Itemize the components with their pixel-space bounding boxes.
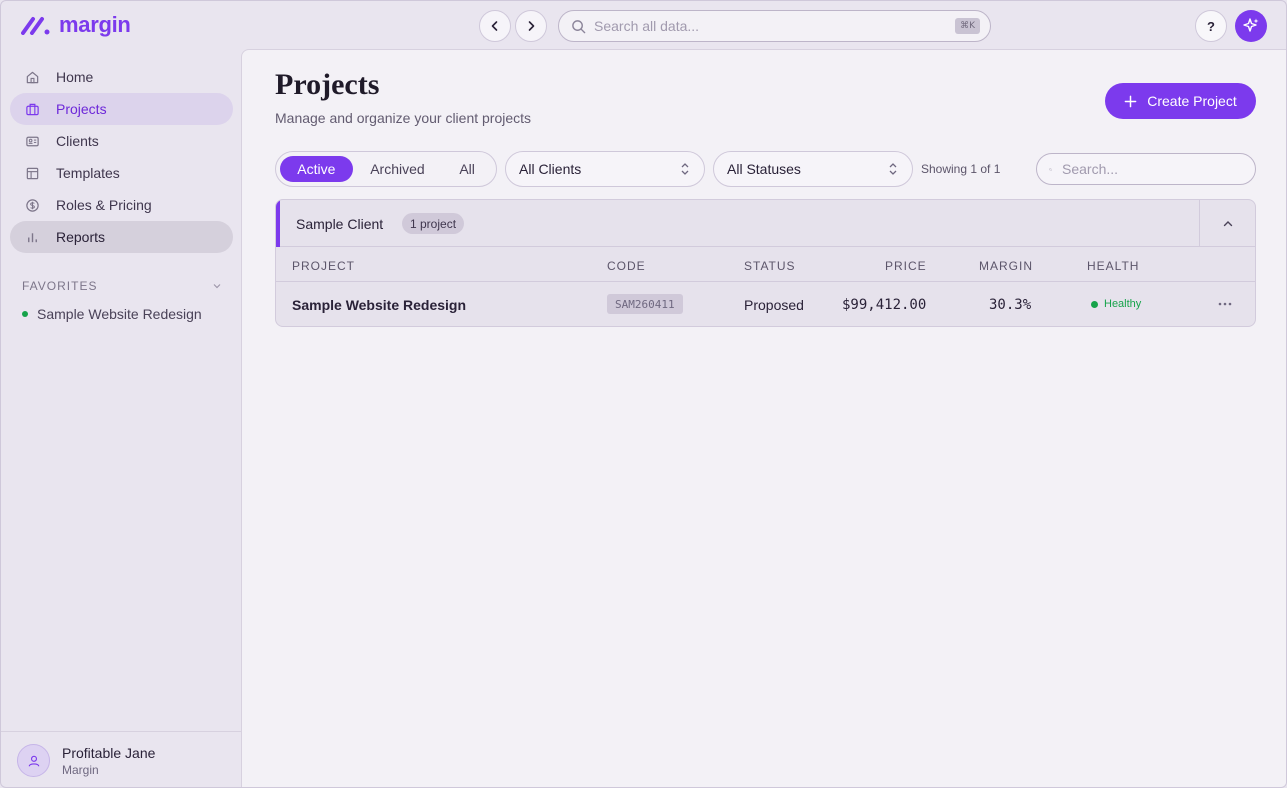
sparkle-icon: [1243, 18, 1259, 32]
top-bar: margin ⌘K ?: [1, 1, 1286, 49]
user-org: Margin: [62, 762, 99, 777]
main-content: Projects Manage and organize your client…: [241, 49, 1286, 787]
create-project-label: Create Project: [1147, 93, 1237, 109]
column-header-margin[interactable]: MARGIN: [979, 259, 1033, 273]
project-status: Proposed: [744, 297, 804, 313]
sidebar-item-reports[interactable]: Reports: [10, 221, 233, 253]
project-search-input[interactable]: [1062, 161, 1243, 177]
health-label: Healthy: [1104, 298, 1142, 310]
margin-logo-icon: [21, 17, 50, 35]
project-code: SAM260411: [607, 294, 683, 314]
status-filter-select[interactable]: All Statuses: [713, 151, 913, 187]
column-header-health[interactable]: HEALTH: [1087, 259, 1139, 273]
sidebar-item-label: Projects: [56, 101, 107, 117]
user-name: Profitable Jane: [62, 744, 156, 761]
result-count: Showing 1 of 1: [921, 162, 1001, 176]
project-price: $99,412.00: [842, 297, 927, 313]
ai-assistant-button[interactable]: [1235, 10, 1267, 42]
global-search-input[interactable]: [594, 18, 956, 34]
sidebar-item-label: Templates: [56, 165, 120, 181]
table-header-row: PROJECT CODE STATUS PRICE MARGIN HEALTH: [276, 247, 1255, 282]
chevron-up-icon: [1223, 220, 1232, 226]
health-dot: [1091, 300, 1098, 308]
favorite-item[interactable]: Sample Website Redesign: [22, 306, 202, 322]
sidebar-item-label: Roles & Pricing: [56, 197, 152, 213]
status-dot: [22, 311, 28, 317]
sidebar: Home Projects Clients Templates Roles & …: [1, 49, 241, 787]
favorites-header[interactable]: FAVORITES: [22, 279, 222, 293]
sidebar-item-templates[interactable]: Templates: [10, 157, 233, 189]
client-group-card: Sample Client 1 project PROJECT CODE STA…: [275, 199, 1256, 327]
column-header-project[interactable]: PROJECT: [292, 259, 355, 273]
project-margin: 30.3%: [989, 297, 1032, 313]
sidebar-item-projects[interactable]: Projects: [10, 93, 233, 125]
shortcut-hint: ⌘K: [955, 18, 980, 34]
contact-card-icon: [24, 133, 40, 149]
client-filter-value: All Clients: [519, 161, 582, 177]
page-subtitle: Manage and organize your client projects: [275, 110, 532, 126]
global-search[interactable]: ⌘K: [558, 10, 991, 42]
page-title: Projects: [275, 68, 380, 101]
logo[interactable]: margin: [21, 12, 131, 38]
row-actions-button[interactable]: [1214, 294, 1236, 314]
column-header-code[interactable]: CODE: [607, 259, 646, 273]
search-icon: [1049, 167, 1052, 171]
tab-active[interactable]: Active: [280, 156, 353, 182]
chevron-right-icon: [528, 21, 535, 31]
chevron-updown-icon: [681, 163, 689, 175]
app-window: margin ⌘K ?: [0, 0, 1287, 788]
status-tabs: Active Archived All: [275, 151, 497, 187]
avatar: [17, 744, 50, 777]
health-badge: Healthy: [1091, 298, 1141, 310]
column-header-status[interactable]: STATUS: [744, 259, 796, 273]
plus-icon: [1124, 95, 1137, 107]
favorites-heading: FAVORITES: [22, 279, 98, 293]
back-button[interactable]: [479, 10, 511, 42]
client-name: Sample Client: [296, 216, 384, 232]
chevron-left-icon: [491, 21, 498, 31]
create-project-button[interactable]: Create Project: [1105, 83, 1256, 119]
sidebar-item-label: Reports: [56, 229, 106, 245]
favorite-label: Sample Website Redesign: [37, 306, 202, 322]
layout-icon: [24, 165, 40, 181]
help-button[interactable]: ?: [1195, 10, 1227, 42]
sidebar-item-label: Clients: [56, 133, 99, 149]
project-count-badge: 1 project: [402, 213, 465, 234]
home-icon: [24, 69, 40, 85]
brand-name: margin: [59, 12, 131, 37]
bar-chart-icon: [24, 229, 40, 245]
sidebar-item-roles-pricing[interactable]: Roles & Pricing: [10, 189, 233, 221]
briefcase-icon: [24, 101, 40, 117]
project-search[interactable]: [1036, 153, 1256, 185]
status-filter-value: All Statuses: [727, 161, 801, 177]
chevron-updown-icon: [889, 163, 897, 175]
column-header-price[interactable]: PRICE: [885, 259, 927, 273]
chevron-down-icon: [213, 284, 221, 289]
collapse-group-button[interactable]: [1199, 200, 1255, 247]
user-profile[interactable]: Profitable Jane Margin: [1, 731, 241, 787]
client-group-header[interactable]: Sample Client 1 project: [276, 200, 1255, 247]
tab-all[interactable]: All: [442, 156, 492, 182]
search-icon: [572, 19, 586, 33]
dollar-circle-icon: [24, 197, 40, 213]
sidebar-item-clients[interactable]: Clients: [10, 125, 233, 157]
project-name[interactable]: Sample Website Redesign: [292, 297, 466, 313]
sidebar-item-home[interactable]: Home: [10, 61, 233, 93]
tab-archived[interactable]: Archived: [353, 156, 443, 182]
sidebar-item-label: Home: [56, 69, 94, 85]
client-filter-select[interactable]: All Clients: [505, 151, 705, 187]
forward-button[interactable]: [515, 10, 547, 42]
user-icon: [28, 755, 39, 767]
more-horizontal-icon: [1218, 302, 1232, 306]
group-accent-bar: [276, 200, 280, 247]
